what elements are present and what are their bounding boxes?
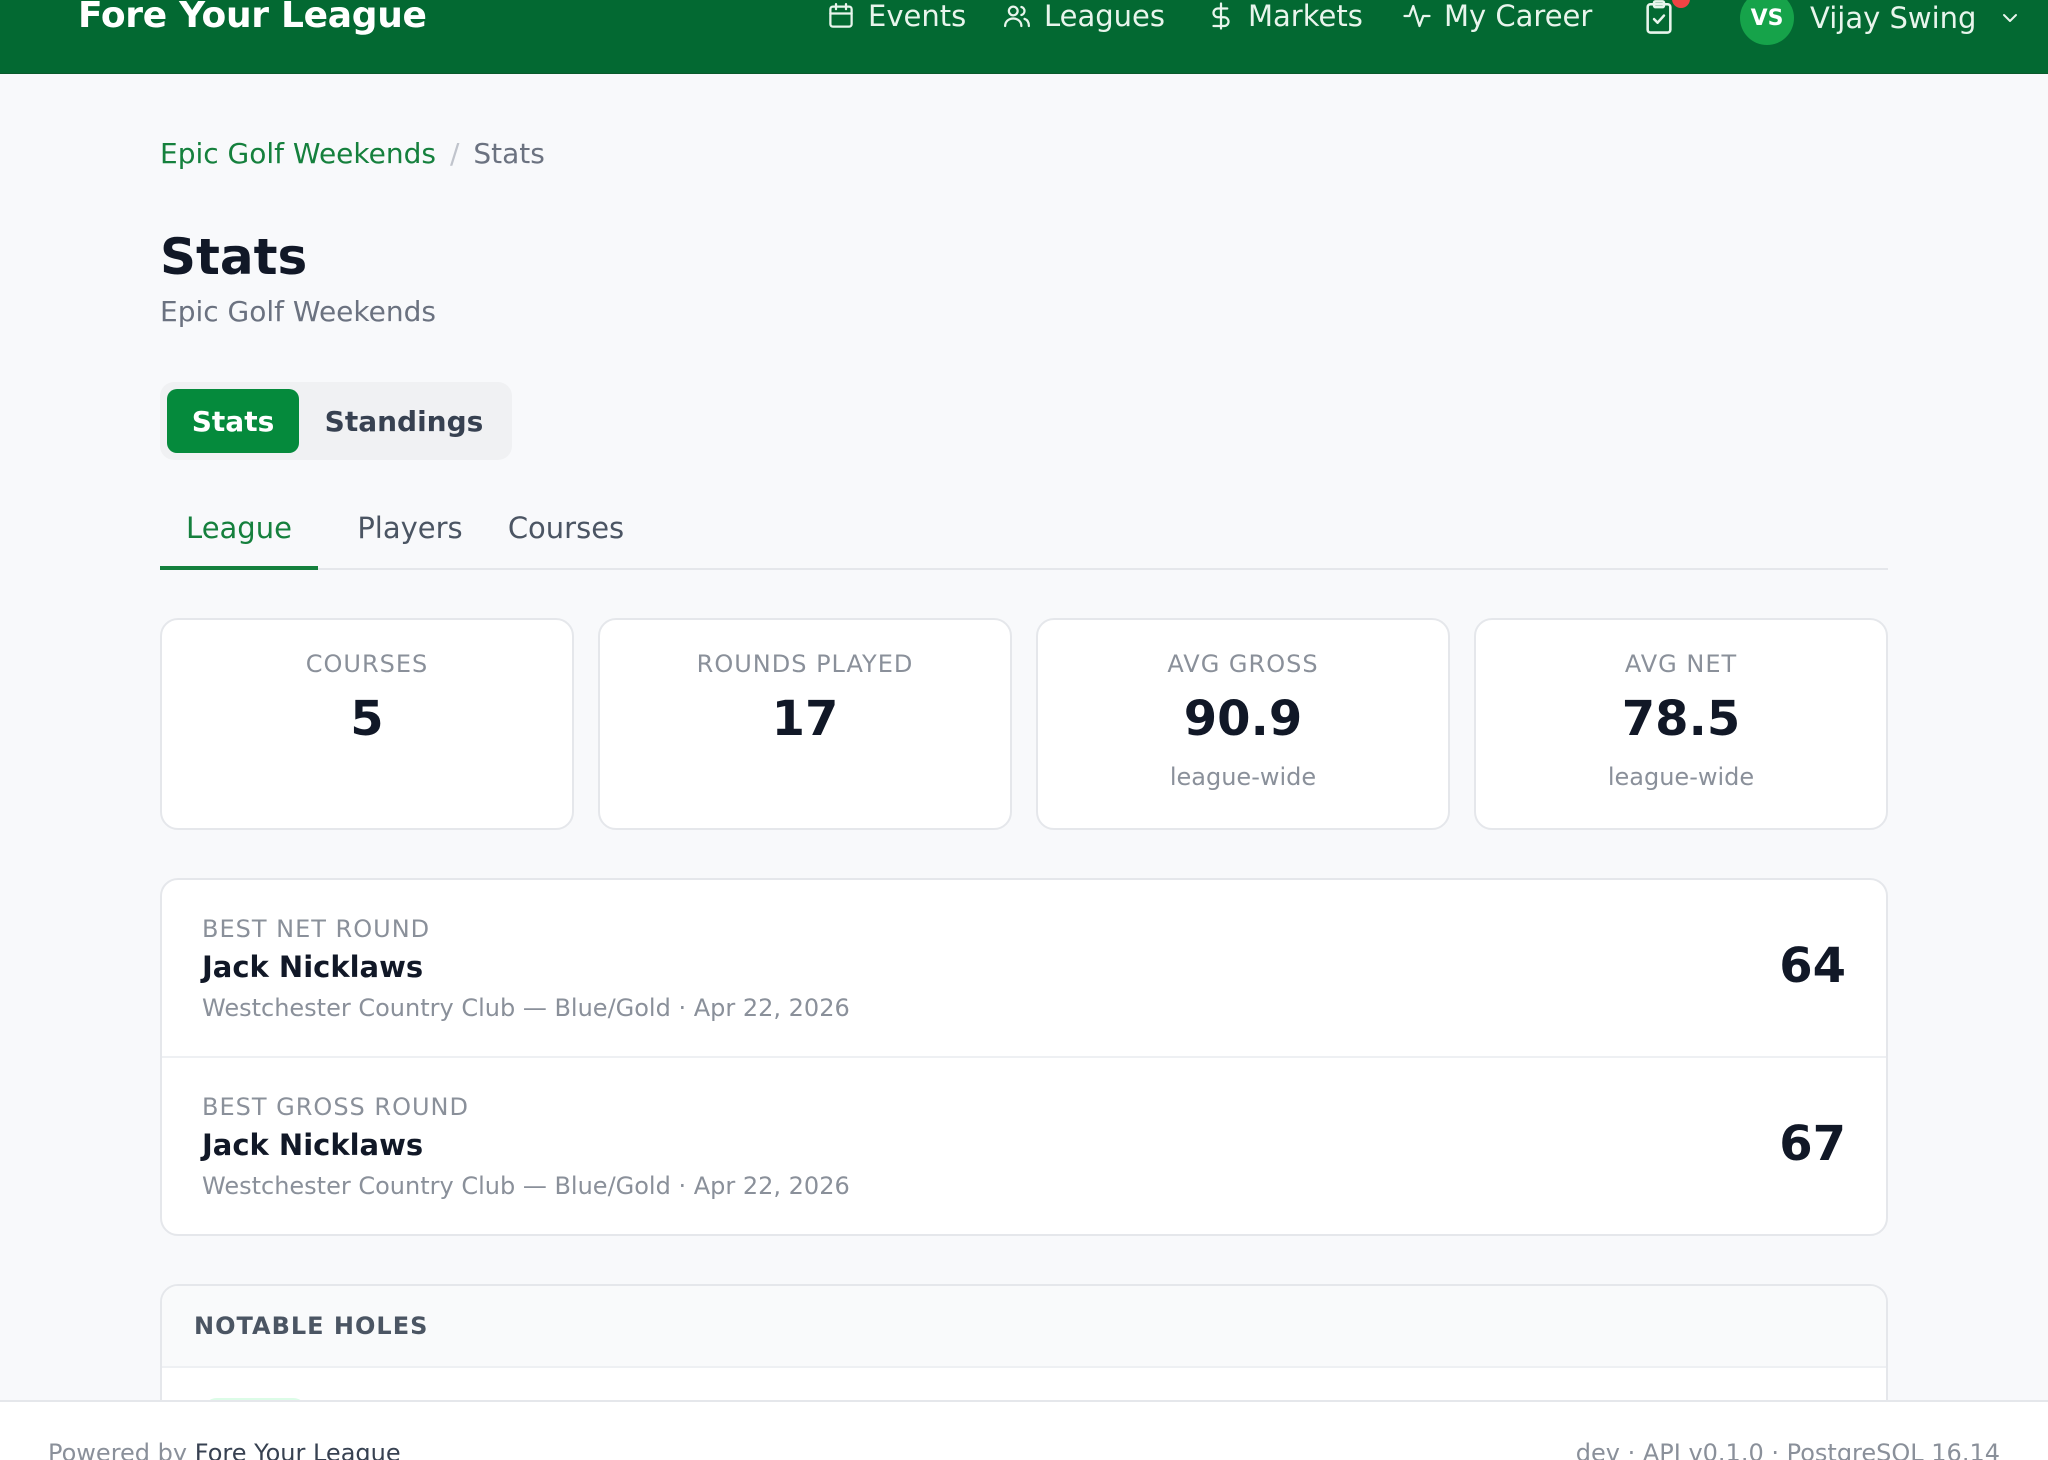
best-round-player: Jack Nicklaws: [202, 1128, 424, 1162]
footer-version: dev · API v0.1.0 · PostgreSQL 16.14: [1575, 1439, 2000, 1460]
nav-item-label: Events: [868, 0, 967, 33]
best-net-round-row: BEST NET ROUND Jack Nicklaws Westchester…: [162, 880, 1886, 1058]
stat-label: ROUNDS PLAYED: [696, 650, 914, 678]
breadcrumb: Epic Golf Weekends / Stats: [160, 136, 545, 172]
dollar-icon: [1212, 2, 1230, 30]
clipboard-check-icon: [1646, 0, 1672, 34]
nav-item-events[interactable]: Events: [826, 0, 966, 34]
nav-item-label: Leagues: [1044, 0, 1165, 33]
best-round-label: BEST GROSS ROUND: [202, 1093, 469, 1121]
stat-value: 5: [350, 691, 384, 747]
tab-league[interactable]: League: [160, 498, 318, 570]
nav-item-markets[interactable]: Markets: [1206, 0, 1363, 34]
best-round-player: Jack Nicklaws: [202, 950, 424, 984]
footer-powered-prefix: Powered by: [48, 1439, 188, 1460]
nav-item-leagues[interactable]: Leagues: [1002, 0, 1165, 34]
users-icon: [1004, 5, 1030, 28]
page-footer: Powered by Fore Your League dev · API v0…: [0, 1400, 2048, 1460]
best-round-detail: Westchester Country Club — Blue/Gold · A…: [202, 994, 850, 1022]
view-toggle: Stats Standings: [160, 382, 512, 460]
best-rounds-panel: BEST NET ROUND Jack Nicklaws Westchester…: [160, 878, 1888, 1236]
breadcrumb-league-link[interactable]: Epic Golf Weekends: [160, 136, 436, 172]
tab-players[interactable]: Players: [350, 498, 470, 570]
tab-courses[interactable]: Courses: [504, 498, 628, 570]
page-title: Stats: [160, 228, 308, 286]
activity-icon: [1403, 4, 1431, 28]
best-round-score: 67: [1779, 1116, 1846, 1172]
stat-card-rounds-played: ROUNDS PLAYED 17: [598, 618, 1012, 830]
stat-card-avg-net: AVG NET 78.5 league-wide: [1474, 618, 1888, 830]
user-name: Vijay Swing: [1810, 1, 1977, 35]
stat-note: league-wide: [1169, 763, 1317, 791]
avatar: VS: [1740, 0, 1794, 45]
stat-value: 78.5: [1621, 691, 1741, 747]
app-brand[interactable]: Fore Your League: [78, 0, 427, 36]
tasks-button[interactable]: [1642, 0, 1676, 36]
user-menu[interactable]: VS Vijay Swing: [1740, 0, 2022, 45]
breadcrumb-separator: /: [449, 137, 460, 170]
stats-toggle-button[interactable]: Stats: [167, 389, 299, 453]
stat-label: AVG GROSS: [1167, 650, 1319, 678]
nav-item-my-career[interactable]: My Career: [1402, 0, 1592, 34]
best-round-score: 64: [1779, 938, 1846, 994]
best-round-detail: Westchester Country Club — Blue/Gold · A…: [202, 1172, 850, 1200]
best-gross-round-row: BEST GROSS ROUND Jack Nicklaws Westchest…: [162, 1058, 1886, 1236]
best-round-label: BEST NET ROUND: [202, 915, 431, 943]
stat-card-avg-gross: AVG GROSS 90.9 league-wide: [1036, 618, 1450, 830]
stat-note: league-wide: [1607, 763, 1755, 791]
stat-label: COURSES: [305, 650, 429, 678]
nav-item-label: Markets: [1248, 0, 1363, 33]
breadcrumb-current: Stats: [473, 137, 545, 170]
nav-item-label: My Career: [1444, 0, 1593, 33]
footer-brand-link[interactable]: Fore Your League: [195, 1439, 401, 1460]
footer-powered-by: Powered by Fore Your League: [48, 1438, 401, 1460]
calendar-icon: [829, 3, 853, 28]
stat-label: AVG NET: [1624, 650, 1738, 678]
stat-card-courses: COURSES 5: [160, 618, 574, 830]
page-subtitle: Epic Golf Weekends: [160, 295, 436, 328]
stat-value: 90.9: [1183, 691, 1303, 747]
stat-value: 17: [771, 691, 839, 747]
standings-toggle-button[interactable]: Standings: [309, 389, 499, 453]
chevron-down-icon: [2003, 14, 2018, 22]
notable-holes-title: NOTABLE HOLES: [162, 1286, 1886, 1368]
top-navigation-bar: Fore Your League Events Leagues Markets …: [0, 0, 2048, 74]
stats-subtabs: League Players Courses: [160, 498, 1888, 570]
